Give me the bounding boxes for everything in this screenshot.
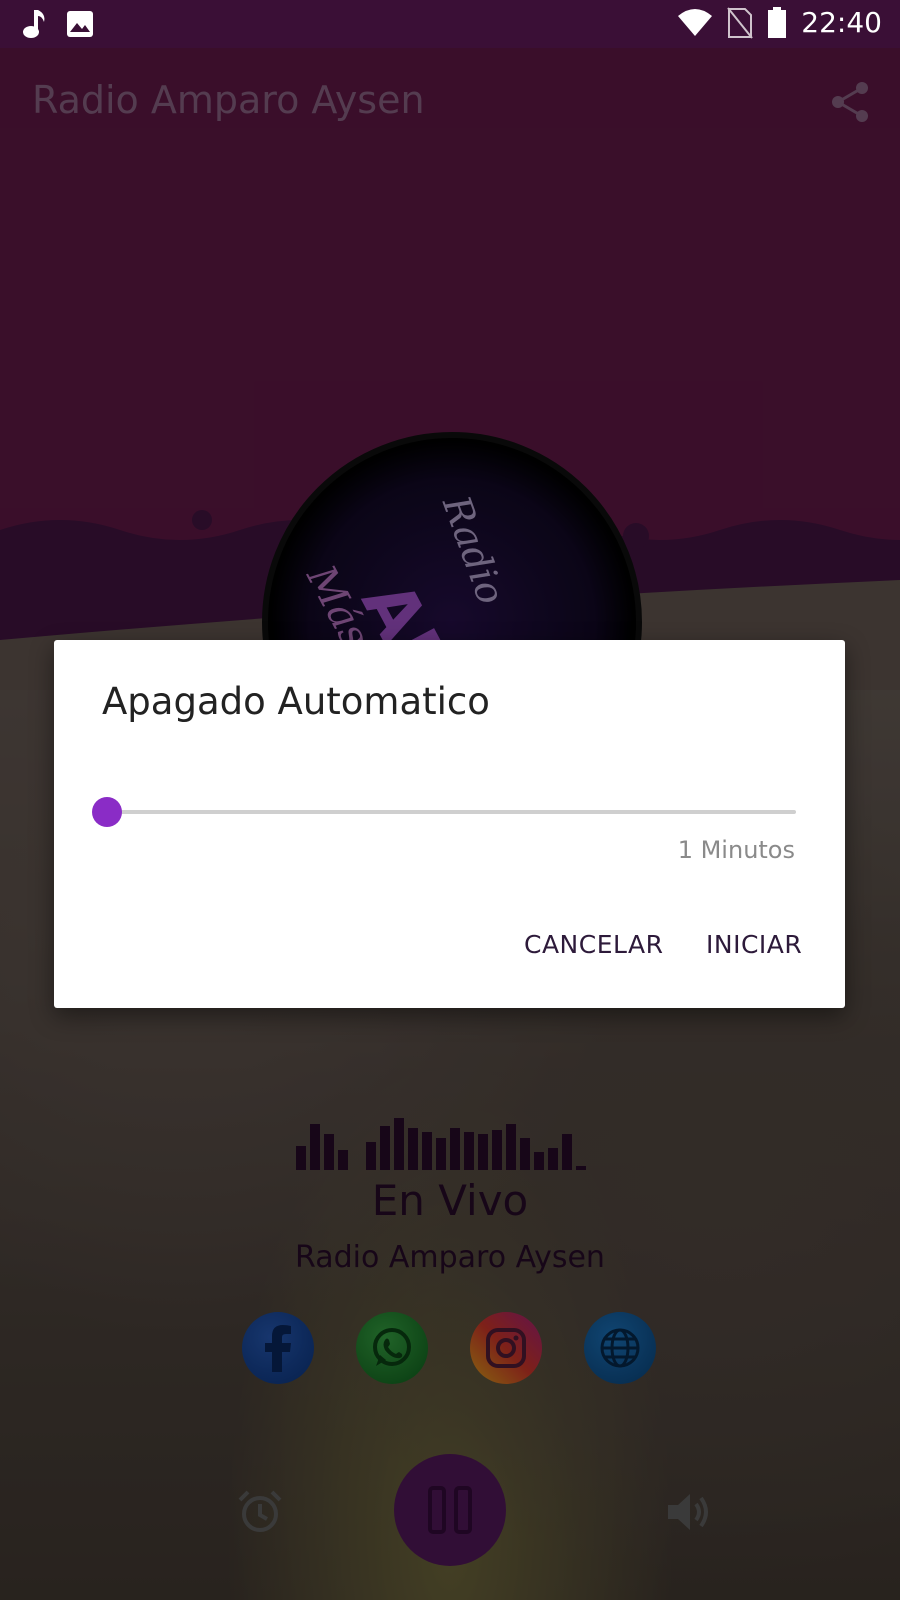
status-bar: 22:40	[0, 0, 900, 48]
sleep-timer-dialog: Apagado Automatico 1 Minutos CANCELAR IN…	[54, 640, 845, 1008]
wifi-icon	[678, 8, 713, 36]
timer-slider-thumb[interactable]	[92, 797, 122, 827]
cancel-button[interactable]: CANCELAR	[524, 930, 664, 959]
status-time: 22:40	[801, 6, 882, 39]
battery-icon	[768, 6, 787, 38]
image-icon	[67, 11, 93, 37]
music-note-icon	[23, 10, 45, 38]
dialog-title: Apagado Automatico	[102, 680, 490, 723]
no-sim-icon	[727, 6, 754, 39]
start-button[interactable]: INICIAR	[706, 930, 802, 959]
timer-value-label: 1 Minutos	[677, 836, 795, 864]
timer-slider-track[interactable]	[106, 810, 796, 814]
